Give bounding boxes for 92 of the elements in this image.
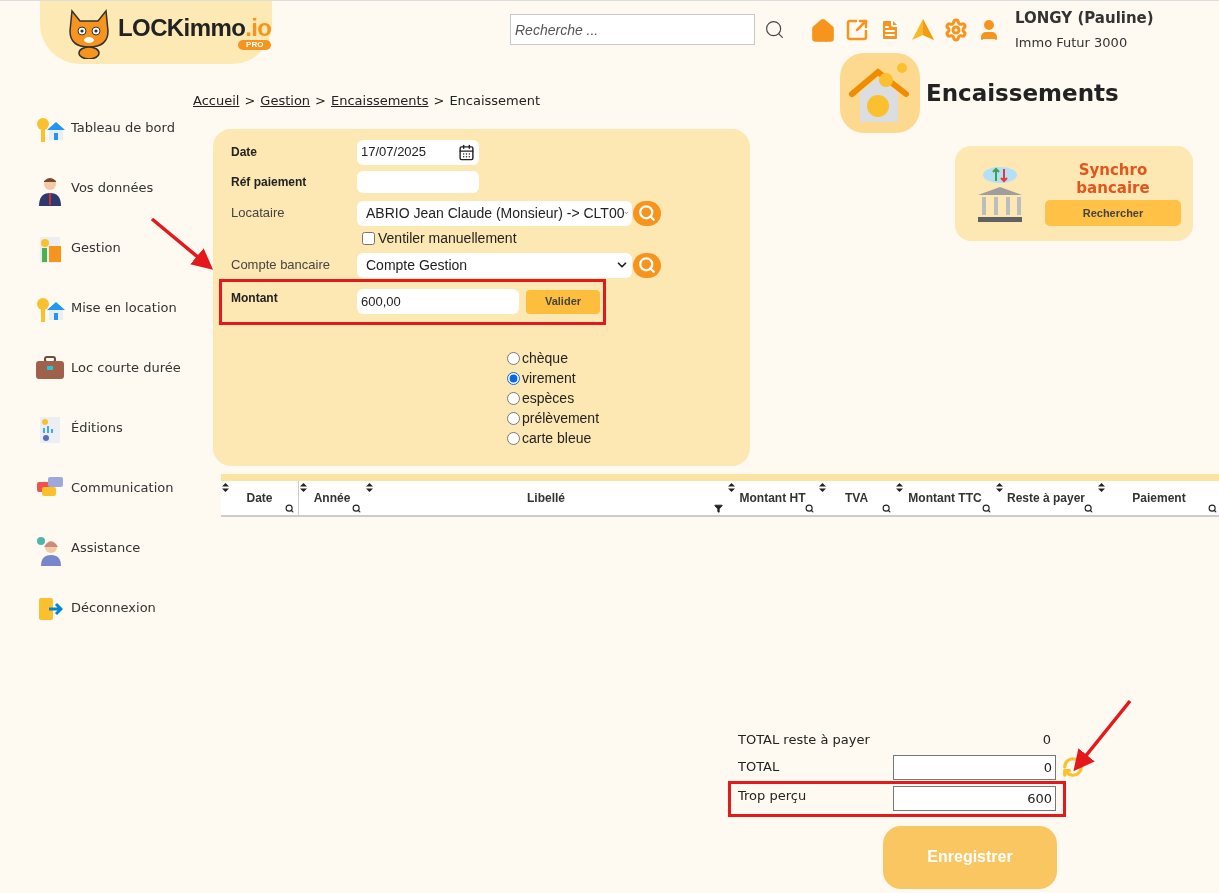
sidebar-item[interactable]: Assistance [34,536,193,596]
total-field[interactable]: 0 [893,754,1056,780]
field-label: Montant [231,289,279,307]
field-label: Compte bancaire [231,256,331,275]
pro-badge: PRO [238,39,272,50]
checkbox-label: Ventiler manuellement [378,229,517,248]
calendar-icon[interactable] [458,143,475,161]
tenant-select[interactable]: ABRIO Jean Claude (Monsieur) -> CLT00 [357,200,632,226]
breadcrumb-separator: > [433,92,445,110]
sync-title: Synchro bancaire [1075,161,1151,197]
total-label: TOTAL [738,758,781,777]
column-header[interactable]: TVA [818,480,895,515]
breadcrumb-link[interactable]: Encaissements [331,91,429,111]
search-icon [638,204,656,222]
manual-split-checkbox[interactable] [362,232,375,245]
sort-icon[interactable] [996,482,1003,492]
column-header[interactable]: Année [299,480,365,515]
sidebar-item[interactable]: Communication [34,476,193,536]
overpaid-field[interactable]: 600 [893,785,1056,811]
total-label: Trop perçu [738,786,808,805]
sort-icon[interactable] [728,482,735,492]
column-header[interactable]: Paiement [1097,480,1219,515]
company-name: Immo Futur 3000 [1015,33,1129,52]
suitcase-icon [34,356,65,380]
sort-icon[interactable] [1098,482,1105,492]
column-header[interactable]: Montant HT [727,480,818,515]
bank-sync-icon [977,164,1023,223]
search-icon[interactable] [805,503,814,513]
field-label: Locataire [231,204,286,223]
payment-method-option[interactable]: prélèvement [507,408,732,429]
search-field[interactable]: Recherche ... [510,14,755,45]
search-icon[interactable] [285,503,294,513]
bank-account-select[interactable]: Compte Gestion [357,252,632,278]
breadcrumb-link[interactable]: Gestion [260,91,311,111]
validate-button[interactable]: Valider [526,289,600,314]
sort-icon[interactable] [222,482,229,492]
sort-icon[interactable] [819,482,826,492]
house-coins-icon [848,62,912,124]
field-label: Date [231,144,258,161]
breadcrumb-link[interactable]: Accueil [193,91,240,111]
annotation-arrow [150,217,214,270]
sidebar-item[interactable]: Éditions [34,416,193,476]
breadcrumb-separator: > [244,92,256,110]
sidebar-item[interactable]: Mise en location [34,296,193,356]
search-icon[interactable] [764,19,785,40]
radio-button[interactable] [507,412,520,425]
sidebar-item[interactable]: Tableau de bord [34,116,193,176]
amount-field[interactable]: 600,00 [357,289,519,314]
sort-icon[interactable] [896,482,903,492]
column-header[interactable]: Libellé [365,480,727,515]
radio-button[interactable] [507,372,520,385]
search-bank-button[interactable]: Rechercher [1045,200,1181,226]
report-icon [38,416,61,444]
radio-button[interactable] [507,432,520,445]
key-house-icon [34,116,65,144]
reference-field[interactable] [357,170,479,193]
filter-icon[interactable] [714,503,723,513]
total-label: TOTAL reste à payer [738,730,871,749]
payment-method-option[interactable]: espèces [507,388,732,409]
field-label: Réf paiement [231,173,308,191]
search-icon[interactable] [882,503,891,513]
sidebar-item[interactable]: Vos données [34,176,193,236]
sort-icon[interactable] [300,482,307,492]
payment-method-option[interactable]: carte bleue [507,428,732,449]
date-field[interactable]: 17/07/2025 [357,139,479,165]
sidebar-item[interactable]: Gestion [34,236,193,296]
column-header[interactable]: Reste à payer [995,480,1097,515]
sidebar-item[interactable]: Loc courte durée [34,356,193,416]
search-icon[interactable] [982,503,991,513]
payment-method-option[interactable]: chèque [507,348,732,369]
search-icon[interactable] [352,503,361,513]
refresh-icon[interactable] [1062,756,1084,778]
payment-method-option[interactable]: virement [507,368,732,389]
radio-button[interactable] [507,352,520,365]
breadcrumb-separator: > [315,92,326,110]
search-icon [638,256,656,274]
key-house-icon [34,296,65,324]
radio-button[interactable] [507,392,520,405]
column-header[interactable]: Date [221,480,299,515]
breadcrumb-current: Encaissement [449,92,541,110]
page-title: Encaissements [926,78,1119,108]
search-icon[interactable] [1084,503,1093,513]
support-agent-icon [35,536,64,566]
total-value: 0 [1041,730,1051,749]
sidebar-item[interactable]: Déconnexion [34,596,193,656]
logo-text: LOCKimmo.io [118,15,272,40]
user-name: LONGY (Pauline) [1015,8,1154,29]
person-icon [37,176,62,206]
search-icon[interactable] [1208,503,1217,513]
sort-icon[interactable] [366,482,373,492]
logout-icon [36,596,63,622]
column-header[interactable]: Montant TTC [895,480,995,515]
